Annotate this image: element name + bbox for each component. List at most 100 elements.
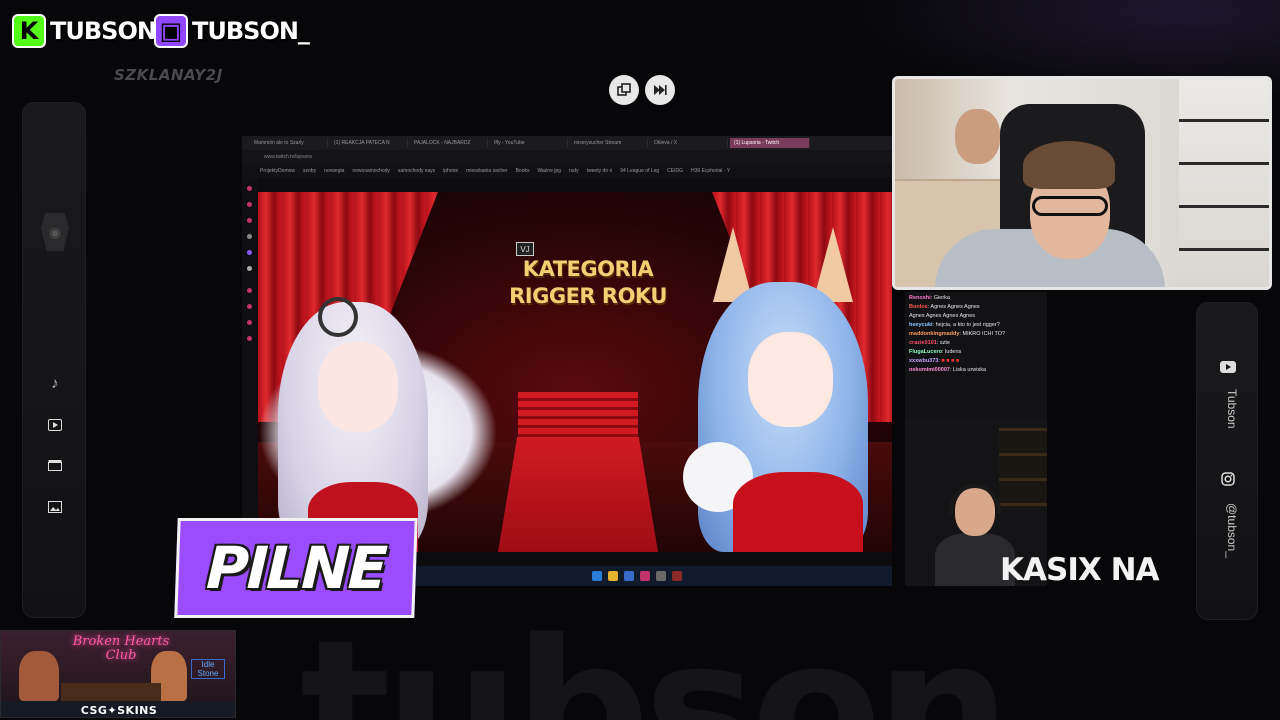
youtube-handle[interactable]: Tubson (1217, 389, 1239, 439)
browser-tab-active[interactable]: (1) Lupsoria - Twitch (730, 138, 810, 148)
bookmark[interactable]: ProjektyDomow (260, 168, 295, 174)
bookmark[interactable]: CEIDG (667, 168, 683, 174)
browser-tab[interactable]: Mammón ale to Szarly (250, 138, 328, 148)
left-sidebar: ◉ ♪ (22, 102, 86, 618)
browser-tab-bar: Mammón ale to Szarly (1) REAKCJA PATECA … (242, 136, 892, 150)
image-icon[interactable] (45, 497, 65, 517)
avatar-face (318, 342, 398, 432)
news-ticker: KASIX NA E (1000, 552, 1168, 588)
watermark-tag: SZKLANAY2J (114, 66, 223, 84)
side-panel-icon[interactable] (247, 202, 252, 207)
popout-icon (617, 83, 631, 96)
popout-button[interactable] (609, 75, 639, 105)
taskbar-app-icon[interactable] (624, 571, 634, 581)
chat-message: FlugaLucero: ludens (909, 349, 962, 355)
background-person (955, 109, 1000, 164)
skip-button[interactable] (645, 75, 675, 105)
bookmark[interactable]: 94 League of Leg (620, 168, 659, 174)
bookmark[interactable]: norwegia (324, 168, 344, 174)
side-panel-icon[interactable] (247, 250, 252, 255)
chat-message: heeycuki: hejcia, a kto to jest rigger? (909, 322, 1000, 328)
youtube-icon[interactable] (1218, 357, 1238, 377)
browser-tab[interactable]: mixerysucher Stream (570, 138, 648, 148)
bookmark[interactable]: szoby (303, 168, 316, 174)
side-panel-icon[interactable] (247, 186, 252, 191)
kick-brand: K TUBSON (12, 12, 157, 50)
sponsor-character (19, 651, 59, 701)
bookmark[interactable]: rudy (569, 168, 579, 174)
browser-tab[interactable]: Okleva / X (650, 138, 728, 148)
bookmark[interactable]: iphone (443, 168, 458, 174)
side-panel-icon[interactable] (247, 234, 252, 239)
side-panel-icon[interactable] (247, 336, 252, 341)
guest-shelf (999, 428, 1047, 508)
twitch-brand: ▣ TUBSON_ (154, 12, 310, 50)
avatar-dress (733, 472, 863, 552)
browser-tab[interactable]: PAJALOCK - NAJBARDZ (410, 138, 488, 148)
bookmark[interactable]: mieszkania sacher (466, 168, 507, 174)
twitch-channel-name: TUBSON_ (192, 17, 310, 45)
sponsor-label: CSG✦SKINS (80, 703, 158, 717)
red-carpet (498, 437, 658, 552)
browser-tab[interactable]: (1) REAKCJA PATECA N (330, 138, 408, 148)
stream-video[interactable]: VJ KATEGORIA RIGGER ROKU (258, 192, 892, 552)
instagram-icon[interactable] (1218, 469, 1238, 489)
taskbar-app-icon[interactable] (672, 571, 682, 581)
bookmark[interactable]: H36 Ecphorial - Y (691, 168, 730, 174)
side-panel-icon[interactable] (247, 304, 252, 309)
sponsor-label-bar: CSG✦SKINS (1, 701, 235, 717)
kick-logo-icon: K (12, 14, 46, 48)
skip-forward-icon (654, 85, 667, 95)
browser-tab[interactable]: Iffy - YouTube (490, 138, 568, 148)
bookmark[interactable]: Ważne jpg (537, 168, 560, 174)
taskbar-app-icon[interactable] (592, 571, 602, 581)
webcam-shelf-lines (1179, 79, 1269, 287)
logo-icon: ◉ (41, 213, 69, 251)
url-text: www.twitch.tv/lupsora (264, 154, 312, 160)
chat-message: Bonlos: Agnes Agnes Agnes (909, 304, 980, 310)
glasses-icon (1032, 196, 1108, 216)
play-video-icon[interactable] (45, 415, 65, 435)
breaking-news-text: PILNE (205, 534, 387, 602)
category-title-line2: RIGGER ROKU (509, 284, 667, 308)
clapperboard-icon[interactable] (45, 455, 65, 475)
background-watermark: tubson (300, 615, 1000, 720)
bookmark[interactable]: Books (516, 168, 530, 174)
avatar-face (748, 332, 833, 427)
bookmark[interactable]: nowosamochody (352, 168, 390, 174)
sponsor-banner[interactable]: Broken Hearts Club Idle Stone CSG✦SKINS (0, 630, 236, 718)
chat-message: crazie0101: szte (909, 340, 950, 346)
category-title-line1: KATEGORIA (522, 257, 654, 281)
taskbar-app-icon[interactable] (656, 571, 666, 581)
bookmark[interactable]: samochody xays (398, 168, 435, 174)
sponsor-club-name: Broken Hearts Club (72, 634, 170, 663)
taskbar-app-icon[interactable] (640, 571, 650, 581)
overlay-logo: VJ (516, 242, 534, 256)
side-panel-icon[interactable] (247, 288, 252, 293)
address-bar[interactable]: www.twitch.tv/lupsora (242, 150, 892, 164)
taskbar-app-icon[interactable] (608, 571, 618, 581)
streamer-hair (1023, 141, 1115, 189)
chat-message: nekomimi00007: Liska urwiska (909, 367, 987, 373)
chat-message: Agnes Agnes Agnes Agnes (909, 313, 976, 319)
sponsor-neon-sign: Idle Stone (191, 659, 225, 679)
side-panel-icon[interactable] (247, 320, 252, 325)
stream-chat: Renoshi: Gierka Bonlos: Agnes Agnes Agne… (905, 292, 1047, 420)
bookmark[interactable]: tweety do ri (587, 168, 613, 174)
side-panel-icon[interactable] (247, 218, 252, 223)
music-note-icon[interactable]: ♪ (45, 373, 65, 393)
right-sidebar: Tubson @tubson_ (1196, 302, 1258, 620)
instagram-handle[interactable]: @tubson_ (1217, 503, 1239, 573)
category-title: KATEGORIA RIGGER ROKU (488, 256, 688, 310)
halo-icon (318, 297, 358, 337)
chat-message: maddonkingmaddy: MIKRO ICHI TO? (909, 331, 1006, 337)
chat-message: Renoshi: Gierka (909, 295, 950, 301)
main-webcam (892, 76, 1272, 290)
breaking-news-badge: PILNE (174, 518, 418, 618)
bookmarks-bar: ProjektyDomow szoby norwegia nowosamocho… (242, 164, 892, 178)
side-panel-icon[interactable] (247, 266, 252, 271)
kick-channel-name: TUBSON (50, 17, 157, 45)
sponsor-table (61, 683, 161, 701)
twitch-logo-icon: ▣ (154, 14, 188, 48)
red-stairs (518, 392, 638, 442)
